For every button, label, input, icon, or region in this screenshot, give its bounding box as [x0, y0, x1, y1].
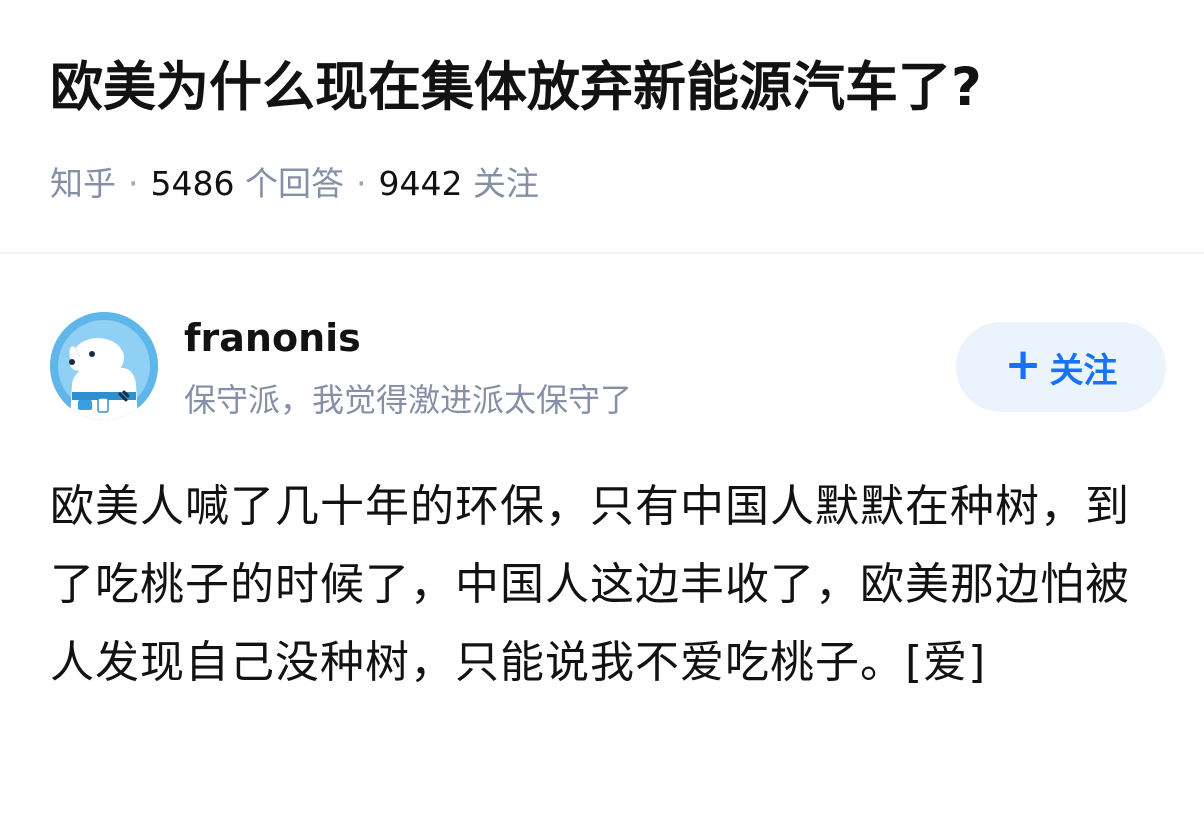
- author-name[interactable]: franonis: [184, 312, 361, 364]
- meta-separator: ·: [128, 164, 139, 203]
- answers-count: 5486: [150, 164, 235, 203]
- followers-label: 关注: [472, 164, 539, 203]
- plus-icon: +: [1004, 339, 1042, 390]
- answers-label: 个回答: [244, 164, 344, 203]
- author-bio: 保守派，我觉得激进派太保守了: [184, 381, 633, 419]
- meta-separator: ·: [355, 164, 367, 203]
- follow-button-label: 关注: [1049, 350, 1118, 391]
- question-meta: 知乎 · 5486 个回答 · 9442 关注: [50, 158, 539, 210]
- dog-avatar-icon: [50, 312, 158, 420]
- answer-body[interactable]: 欧美人喊了几十年的环保，只有中国人默默在种树，到了吃桃子的时候了，中国人这边丰收…: [50, 468, 1160, 702]
- question-title[interactable]: 欧美为什么现在集体放弃新能源汽车了?: [50, 52, 982, 124]
- followers-count: 9442: [378, 164, 463, 203]
- question-card: 欧美为什么现在集体放弃新能源汽车了? 知乎 · 5486 个回答 · 9442 关注: [0, 0, 1204, 254]
- follow-button[interactable]: + 关注: [956, 322, 1166, 412]
- source-label: 知乎: [50, 164, 116, 203]
- avatar[interactable]: [50, 312, 158, 420]
